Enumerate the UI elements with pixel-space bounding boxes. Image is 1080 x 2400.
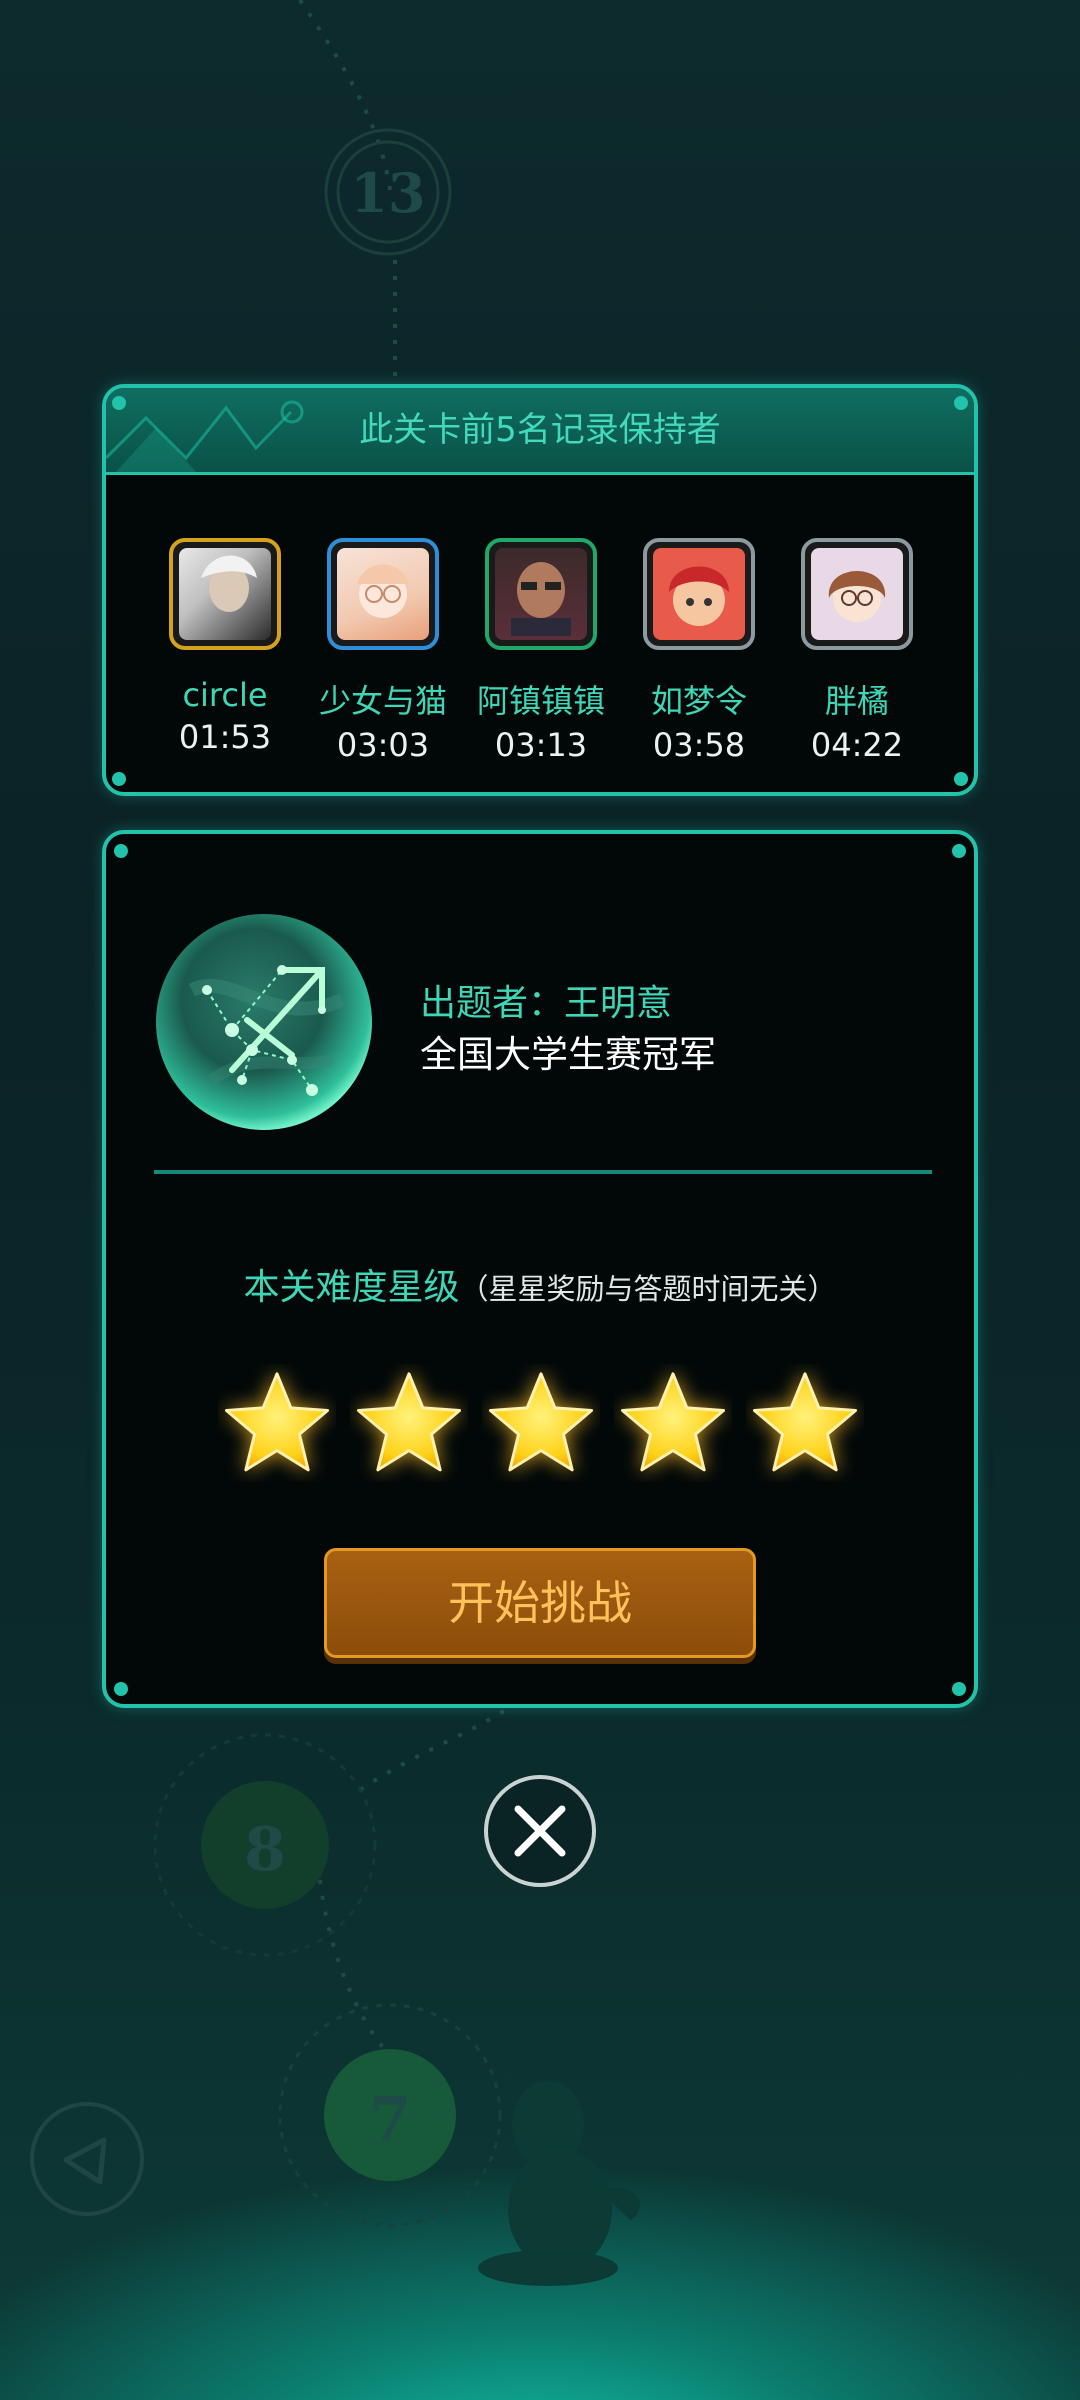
star-icon <box>488 1372 594 1472</box>
start-challenge-button[interactable]: 开始挑战 <box>324 1548 756 1658</box>
record-holder-5[interactable]: 胖橘 04:22 <box>782 538 932 764</box>
avatar[interactable] <box>169 538 281 650</box>
corner-dot <box>114 1682 128 1696</box>
corner-dot <box>112 772 126 786</box>
corner-dot <box>954 772 968 786</box>
map-node-8[interactable]: 8 <box>153 1733 377 1957</box>
holder-name: 如梦令 <box>650 682 747 720</box>
avatar[interactable] <box>327 538 439 650</box>
star-icon <box>752 1372 858 1472</box>
corner-dot <box>114 844 128 858</box>
holder-name: 胖橘 <box>824 682 889 720</box>
holder-time: 03:58 <box>652 726 746 764</box>
map-node-7-label: 7 <box>369 2085 411 2155</box>
holder-name: circle <box>182 676 268 714</box>
record-holders-panel: 此关卡前5名记录保持者 circle 01:53 少女与猫 03:03 阿镇镇镇… <box>102 384 978 796</box>
holder-time: 03:13 <box>494 726 588 764</box>
map-node-7[interactable]: 7 <box>278 2003 502 2227</box>
records-title: 此关卡前5名记录保持者 <box>359 410 721 450</box>
back-button[interactable] <box>30 2102 144 2216</box>
record-holders-list: circle 01:53 少女与猫 03:03 阿镇镇镇 03:13 如梦令 0… <box>106 538 974 764</box>
corner-dot <box>954 396 968 410</box>
holder-name: 阿镇镇镇 <box>476 682 605 720</box>
star-icon <box>356 1372 462 1472</box>
record-holder-3[interactable]: 阿镇镇镇 03:13 <box>466 538 616 764</box>
author-title: 全国大学生赛冠军 <box>420 1033 716 1076</box>
avatar[interactable] <box>801 538 913 650</box>
star-icon <box>620 1372 726 1472</box>
holder-time: 04:22 <box>810 726 904 764</box>
sagittarius-globe-icon <box>156 914 372 1130</box>
back-triangle-icon <box>63 2137 107 2185</box>
map-node-13-label: 13 <box>350 161 425 225</box>
close-icon <box>514 1805 566 1857</box>
author-line: 出题者：王明意 <box>420 983 673 1024</box>
corner-dot <box>952 844 966 858</box>
close-button[interactable] <box>484 1775 596 1887</box>
star-icon <box>224 1372 330 1472</box>
difficulty-note: （星星奖励与答题时间无关） <box>459 1272 837 1306</box>
map-node-8-label: 8 <box>244 1815 286 1885</box>
record-holder-1[interactable]: circle 01:53 <box>150 538 300 756</box>
avatar[interactable] <box>485 538 597 650</box>
record-holder-2[interactable]: 少女与猫 03:03 <box>308 538 458 764</box>
avatar[interactable] <box>643 538 755 650</box>
corner-dot <box>952 1682 966 1696</box>
difficulty-label: 本关难度星级 <box>243 1267 460 1308</box>
holder-name: 少女与猫 <box>318 682 447 720</box>
level-info-panel: 出题者：王明意 全国大学生赛冠军 本关难度星级（星星奖励与答题时间无关） 开始挑… <box>102 830 978 1708</box>
holder-time: 01:53 <box>178 718 272 756</box>
corner-dot <box>112 396 126 410</box>
record-holder-4[interactable]: 如梦令 03:58 <box>624 538 774 764</box>
holder-time: 03:03 <box>336 726 430 764</box>
divider <box>154 1170 932 1174</box>
map-node-13[interactable]: 13 <box>324 128 452 256</box>
difficulty-stars <box>218 1364 878 1494</box>
mascot-silhouette <box>478 2081 640 2286</box>
difficulty-row: 本关难度星级（星星奖励与答题时间无关） <box>106 1258 974 1310</box>
